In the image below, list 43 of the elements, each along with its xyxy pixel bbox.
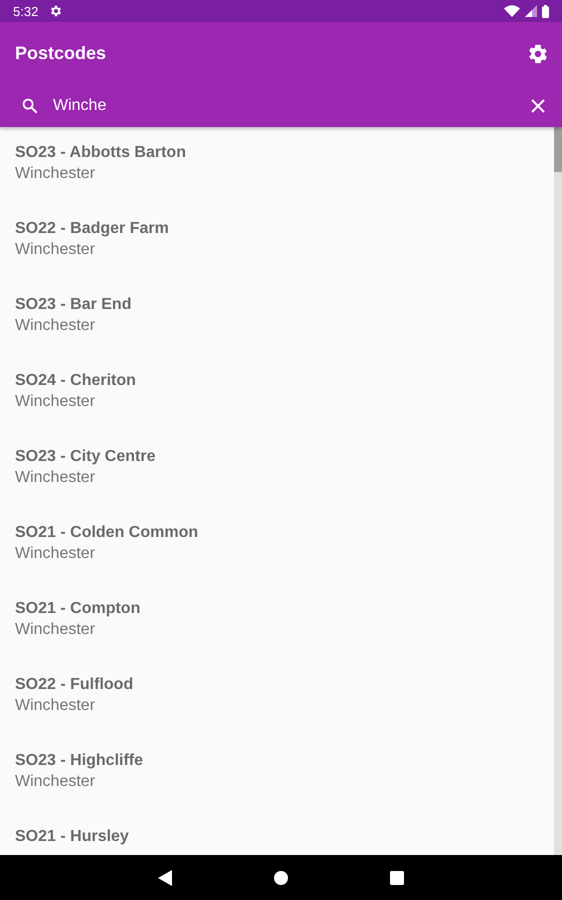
battery-icon — [542, 4, 549, 18]
postcode-title: SO21 - Hursley — [15, 828, 130, 846]
home-icon — [274, 870, 288, 884]
postcode-item[interactable]: SO22 - Badger Farm Winchester — [0, 203, 554, 279]
postcode-title: SO22 - Fulflood — [15, 676, 134, 694]
recents-icon — [390, 870, 404, 884]
town-label: Winchester — [15, 697, 96, 715]
town-label: Winchester — [15, 317, 96, 335]
postcode-title: SO23 - Abbotts Barton — [15, 144, 187, 162]
search-field[interactable]: Winche — [53, 97, 513, 115]
postcode-title: SO24 - Cheriton — [15, 372, 137, 390]
settings-icon — [527, 42, 549, 64]
signal-icon — [525, 5, 537, 17]
postcode-title: SO22 - Badger Farm — [15, 220, 170, 238]
postcode-item[interactable]: SO21 - Colden Common Winchester — [0, 507, 554, 583]
postcode-title: SO21 - Colden Common — [15, 524, 200, 542]
gear-icon — [49, 4, 64, 18]
postcode-title: SO23 - Highcliffe — [15, 752, 144, 770]
town-label: Winchester — [15, 773, 96, 791]
status-time: 5:32 — [13, 4, 38, 18]
postcode-item[interactable]: SO23 - Abbotts Barton Winchester — [0, 127, 554, 203]
postcode-item[interactable]: SO23 - Highcliffe Winchester — [0, 735, 554, 811]
scrollbar-thumb[interactable] — [554, 127, 562, 172]
search-icon — [21, 97, 39, 115]
close-icon — [531, 99, 545, 113]
town-label: Winchester — [15, 621, 96, 639]
postcode-item[interactable]: SO23 - City Centre Winchester — [0, 431, 554, 507]
town-label: Winchester — [15, 469, 96, 487]
postcode-item[interactable]: SO23 - Bar End Winchester — [0, 279, 554, 355]
town-label: Winchester — [15, 545, 96, 563]
app-title: Postcodes — [15, 43, 108, 64]
back-icon — [158, 870, 172, 886]
postcode-item[interactable]: SO21 - Hursley — [0, 811, 554, 855]
postcode-item[interactable]: SO24 - Cheriton Winchester — [0, 355, 554, 431]
postcode-title: SO21 - Compton — [15, 600, 142, 618]
town-label: Winchester — [15, 393, 96, 411]
postcode-item[interactable]: SO22 - Fulflood Winchester — [0, 659, 554, 735]
wifi-icon — [504, 5, 520, 17]
town-label: Winchester — [15, 165, 96, 183]
postcode-title: SO23 - City Centre — [15, 448, 156, 466]
town-label: Winchester — [15, 241, 96, 259]
postcode-title: SO23 - Bar End — [15, 296, 132, 314]
postcode-item[interactable]: SO21 - Compton Winchester — [0, 583, 554, 659]
